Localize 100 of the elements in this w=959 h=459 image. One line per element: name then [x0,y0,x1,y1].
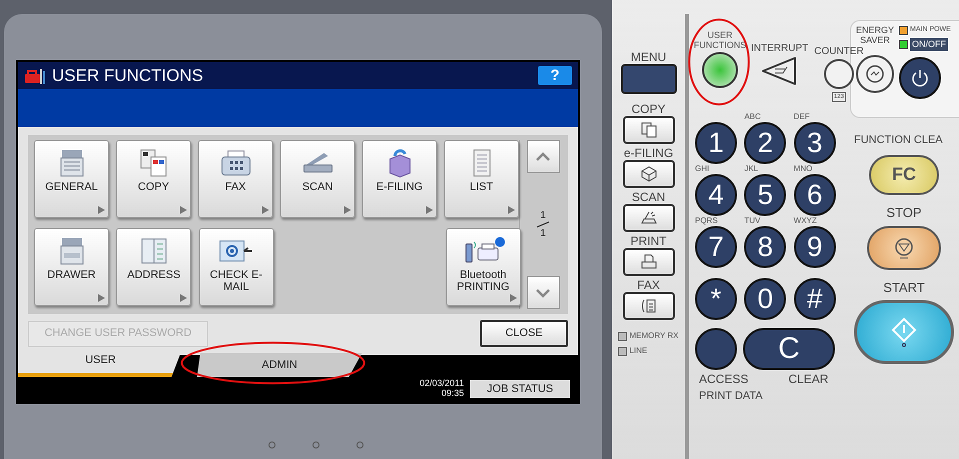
mode-key[interactable] [622,292,674,320]
copier-icon [58,148,84,178]
documents-icon [138,148,168,178]
function-tile[interactable]: GENERAL [34,140,109,218]
function-tile[interactable]: E-FILING [362,140,437,218]
key-label: COPY [631,102,666,116]
key-label: CLEAR [788,371,828,388]
key-letters: DEF [794,112,810,122]
key-label: ENERGY SAVER [855,25,895,45]
keypad-key[interactable]: 8 [744,226,786,268]
mode-key[interactable] [622,248,674,276]
key-label: FUNCTION CLEA [853,133,943,148]
scanner-icon [302,151,334,175]
power-key[interactable] [899,57,941,99]
address-book-icon [138,236,169,266]
function-tile[interactable]: FAX [198,140,273,218]
function-tile[interactable]: CHECK E-MAIL [198,228,274,306]
on-off-lamp [899,40,908,49]
key-letters: TUV [744,216,760,226]
access-key[interactable] [695,328,737,370]
key-letters: JKL [744,164,758,174]
slash-icon [536,221,550,228]
key-label: START [883,279,925,297]
cube-icon [640,165,658,183]
scroll-down-button[interactable] [526,276,560,309]
key-label: PRINT DATA [698,389,764,404]
close-button[interactable]: CLOSE [480,320,568,347]
fax-icon [220,149,252,177]
key-label: COUNTER [814,45,864,59]
key-label: INTERRUPT [751,42,808,56]
key-label: PRINT [630,234,666,248]
printer-icon [640,253,658,271]
stop-key[interactable] [867,226,941,270]
date-text: 02/03/2011 [420,378,464,388]
indicator-label: LINE [629,345,648,357]
energy-saver-icon [865,64,885,84]
function-tile[interactable]: ADDRESS [116,228,192,306]
bezel-dot-icon [268,441,276,449]
box-icon [386,148,412,178]
keypad-key[interactable]: 3 [794,122,836,164]
mode-key[interactable] [622,204,674,232]
key-label: SCAN [632,190,666,204]
keypad-key[interactable]: 1 [695,122,737,164]
toolbox-icon [24,66,46,84]
bezel-dot-icon [312,441,320,449]
function-tile[interactable]: COPY [116,140,191,218]
list-icon [470,148,492,178]
function-clear-key[interactable]: FC [869,154,939,194]
key-label: MENU [630,50,666,64]
key-label: e-FILING [624,146,674,160]
key-label: FAX [637,278,660,292]
page-current: 1 [540,210,546,221]
function-tile[interactable]: Bluetooth PRINTING [446,228,521,306]
chevron-down-icon [535,288,551,298]
keypad-key[interactable]: # [794,278,836,320]
keypad-key[interactable]: 0 [744,278,786,320]
mode-key[interactable] [622,160,674,188]
key-label: STOP [886,204,922,222]
keypad-key[interactable]: 4 [695,174,737,216]
email-icon [218,238,254,264]
key-letters: PQRS [695,216,718,226]
function-tile[interactable]: SCAN [280,140,355,218]
function-tile[interactable]: LIST [444,140,519,218]
key-label: ACCESS [699,371,748,388]
copy-icon [640,121,658,139]
tab[interactable]: ADMIN [197,353,362,377]
keypad-key[interactable]: * [695,278,737,320]
main-power-lamp [899,26,908,35]
key-letters: WXYZ [794,216,817,226]
time-text: 09:35 [441,388,464,398]
start-icon [891,316,917,346]
key-letters: GHI [695,164,710,174]
clear-key[interactable]: C [743,328,835,370]
power-icon [910,68,930,88]
interrupt-key-icon [760,56,799,86]
job-status-button[interactable]: JOB STATUS [470,380,570,398]
bezel-dot-icon [356,441,364,449]
keypad-key[interactable]: 6 [794,174,836,216]
help-button[interactable]: ? [538,66,572,85]
chevron-up-icon [535,152,551,162]
stop-icon [893,237,915,259]
scroll-up-button[interactable] [526,140,560,173]
function-tile[interactable]: DRAWER [34,228,109,306]
keypad-key[interactable]: 9 [794,226,836,268]
mode-key[interactable] [622,116,674,144]
counter-key[interactable] [824,59,854,89]
page-total: 1 [540,228,546,239]
keypad-key[interactable]: 2 [744,122,786,164]
interrupt-key[interactable] [760,56,799,86]
keypad-key[interactable]: 5 [744,174,786,216]
fax-icon [640,297,658,315]
keypad-key[interactable]: 7 [695,226,737,268]
energy-saver-key[interactable] [856,55,894,93]
user-functions-key[interactable] [702,52,738,88]
copier-drawer-icon [58,236,84,266]
key-label: USER FUNCTIONS [694,30,746,50]
window-title: USER FUNCTIONS [52,64,204,87]
indicator-label: MEMORY RX [629,330,679,342]
key-letters: MNO [794,164,812,174]
on-off-label: ON/OFF [910,38,948,51]
